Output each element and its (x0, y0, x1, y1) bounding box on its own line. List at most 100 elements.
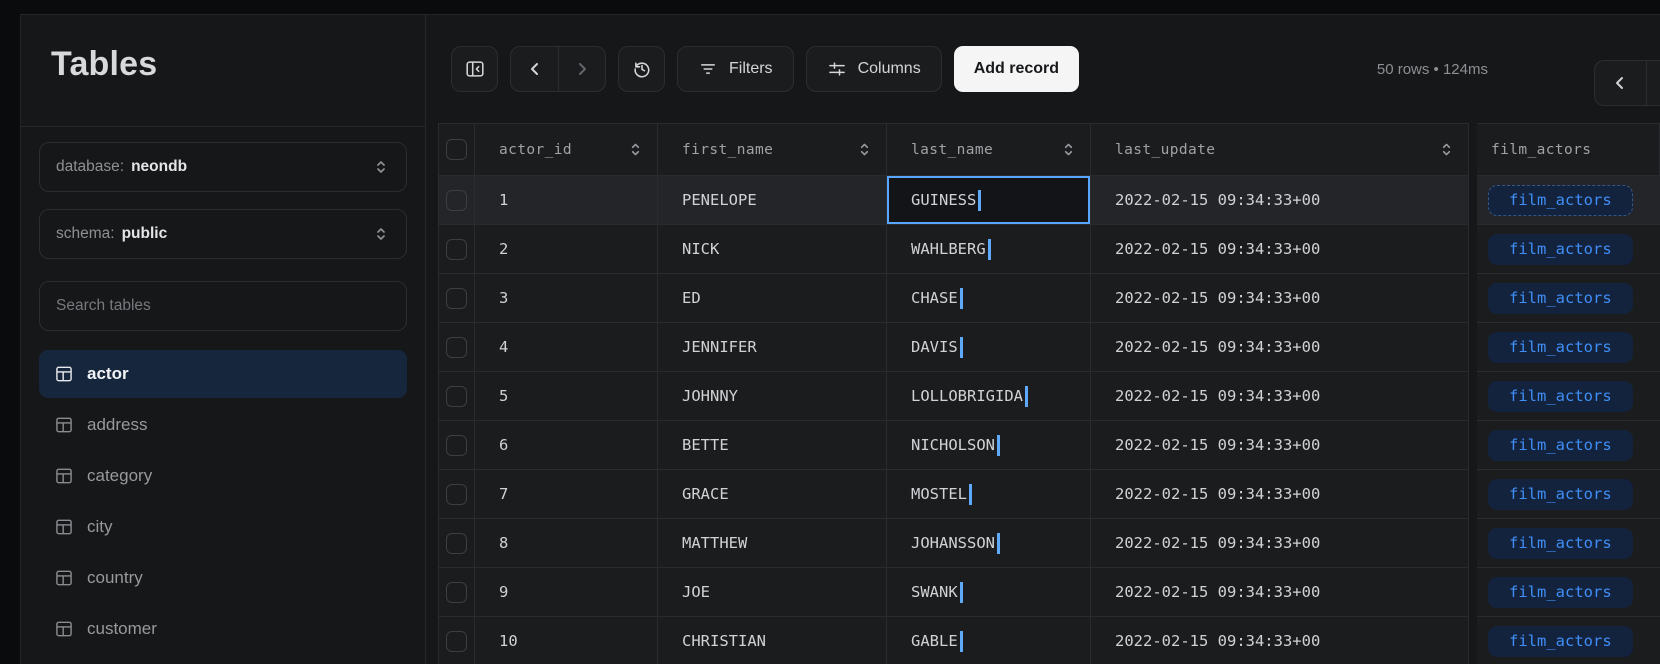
pagination-control (1594, 60, 1660, 106)
film-actors-link[interactable]: film_actors (1488, 430, 1633, 461)
sidebar-item-customer[interactable]: customer (39, 605, 407, 653)
film-actors-link[interactable]: film_actors (1488, 577, 1633, 608)
column-header-actor_id[interactable]: actor_id (475, 123, 658, 176)
column-header-first_name[interactable]: first_name (658, 123, 887, 176)
row-checkbox[interactable] (446, 386, 467, 407)
cell-first-name[interactable]: PENELOPE (658, 176, 887, 225)
film-actors-link[interactable]: film_actors (1488, 626, 1633, 657)
history-button[interactable] (618, 46, 665, 92)
collapse-sidebar-button[interactable] (451, 46, 498, 92)
cell-first-name[interactable]: MATTHEW (658, 519, 887, 568)
film-actors-link[interactable]: film_actors (1488, 283, 1633, 314)
cell-actor-id[interactable]: 8 (475, 519, 658, 568)
row-checkbox[interactable] (446, 484, 467, 505)
cell-first-name[interactable]: GRACE (658, 470, 887, 519)
row-checkbox[interactable] (446, 337, 467, 358)
sort-icon[interactable] (857, 141, 872, 158)
cell-actor-id[interactable]: 5 (475, 372, 658, 421)
cell-last-name[interactable]: GUINESS (887, 176, 1091, 225)
next-page-button[interactable] (1646, 61, 1660, 105)
column-header-film_actors[interactable]: film_actors (1477, 123, 1660, 176)
sidebar-item-category[interactable]: category (39, 452, 407, 500)
sidebar-item-address[interactable]: address (39, 401, 407, 449)
select-all-checkbox[interactable] (446, 139, 467, 160)
cell-last-update[interactable]: 2022-02-15 09:34:33+00 (1091, 470, 1469, 519)
table-name: actor (87, 364, 129, 384)
previous-page-button[interactable] (1595, 61, 1646, 105)
cell-last-update[interactable]: 2022-02-15 09:34:33+00 (1091, 323, 1469, 372)
row-checkbox[interactable] (446, 435, 467, 456)
cell-last-update[interactable]: 2022-02-15 09:34:33+00 (1091, 617, 1469, 664)
cell-actor-id[interactable]: 6 (475, 421, 658, 470)
cell-film-actors: film_actors (1477, 323, 1660, 372)
database-select[interactable]: database: neondb (39, 142, 407, 192)
cell-first-name[interactable]: JENNIFER (658, 323, 887, 372)
cell-actor-id[interactable]: 10 (475, 617, 658, 664)
film-actors-link[interactable]: film_actors (1488, 185, 1633, 216)
row-checkbox[interactable] (446, 533, 467, 554)
page-title: Tables (51, 45, 425, 84)
cell-last-update[interactable]: 2022-02-15 09:34:33+00 (1091, 421, 1469, 470)
cell-last-name[interactable]: DAVIS (887, 323, 1091, 372)
cell-last-name[interactable]: CHASE (887, 274, 1091, 323)
cell-last-update[interactable]: 2022-02-15 09:34:33+00 (1091, 225, 1469, 274)
toolbar: Filters Columns Add record 50 rows • 124… (426, 15, 1660, 123)
filters-button[interactable]: Filters (677, 46, 794, 92)
schema-select[interactable]: schema: public (39, 209, 407, 259)
row-checkbox[interactable] (446, 239, 467, 260)
row-checkbox[interactable] (446, 190, 467, 211)
cell-last-update[interactable]: 2022-02-15 09:34:33+00 (1091, 176, 1469, 225)
film-actors-link[interactable]: film_actors (1488, 332, 1633, 363)
column-header-last_name[interactable]: last_name (887, 123, 1091, 176)
film-actors-link[interactable]: film_actors (1488, 234, 1633, 265)
history-clock-icon (631, 58, 653, 80)
film-actors-link[interactable]: film_actors (1488, 381, 1633, 412)
cell-last-update[interactable]: 2022-02-15 09:34:33+00 (1091, 274, 1469, 323)
cell-last-name[interactable]: JOHANSSON (887, 519, 1091, 568)
cell-last-name[interactable]: WAHLBERG (887, 225, 1091, 274)
cell-first-name[interactable]: JOHNNY (658, 372, 887, 421)
cell-actor-id[interactable]: 1 (475, 176, 658, 225)
cell-first-name[interactable]: JOE (658, 568, 887, 617)
columns-button[interactable]: Columns (806, 46, 942, 92)
cell-last-update[interactable]: 2022-02-15 09:34:33+00 (1091, 519, 1469, 568)
cell-last-name[interactable]: SWANK (887, 568, 1091, 617)
film-actors-link[interactable]: film_actors (1488, 479, 1633, 510)
cell-last-name[interactable]: NICHOLSON (887, 421, 1091, 470)
cell-first-name[interactable]: CHRISTIAN (658, 617, 887, 664)
cell-actor-id[interactable]: 3 (475, 274, 658, 323)
row-checkbox[interactable] (446, 631, 467, 652)
sidebar-item-actor[interactable]: actor (39, 350, 407, 398)
cell-last-update[interactable]: 2022-02-15 09:34:33+00 (1091, 568, 1469, 617)
sort-icon[interactable] (1439, 141, 1454, 158)
cell-actor-id[interactable]: 4 (475, 323, 658, 372)
sort-icon[interactable] (628, 141, 643, 158)
sort-icon[interactable] (1061, 141, 1076, 158)
row-select-cell (438, 176, 475, 225)
cell-last-name[interactable]: MOSTEL (887, 470, 1091, 519)
column-gap (1469, 519, 1477, 568)
cell-last-update[interactable]: 2022-02-15 09:34:33+00 (1091, 372, 1469, 421)
cell-first-name[interactable]: ED (658, 274, 887, 323)
column-header-last_update[interactable]: last_update (1091, 123, 1469, 176)
cell-first-name[interactable]: NICK (658, 225, 887, 274)
search-tables-input[interactable] (39, 281, 407, 331)
forward-button[interactable] (558, 47, 605, 91)
film-actors-link[interactable]: film_actors (1488, 528, 1633, 559)
sidebar-item-country[interactable]: country (39, 554, 407, 602)
row-checkbox[interactable] (446, 582, 467, 603)
cell-actor-id[interactable]: 7 (475, 470, 658, 519)
row-checkbox[interactable] (446, 288, 467, 309)
sidebar-item-city[interactable]: city (39, 503, 407, 551)
table-row: 4 JENNIFER DAVIS 2022-02-15 09:34:33+00 … (438, 323, 1660, 372)
table-icon (54, 466, 74, 486)
cell-actor-id[interactable]: 9 (475, 568, 658, 617)
cell-last-name[interactable]: LOLLOBRIGIDA (887, 372, 1091, 421)
back-button[interactable] (511, 47, 558, 91)
cell-actor-id[interactable]: 2 (475, 225, 658, 274)
add-record-button[interactable]: Add record (954, 46, 1079, 92)
cell-first-name[interactable]: BETTE (658, 421, 887, 470)
table-icon (54, 364, 74, 384)
table-icon (54, 568, 74, 588)
cell-last-name[interactable]: GABLE (887, 617, 1091, 664)
